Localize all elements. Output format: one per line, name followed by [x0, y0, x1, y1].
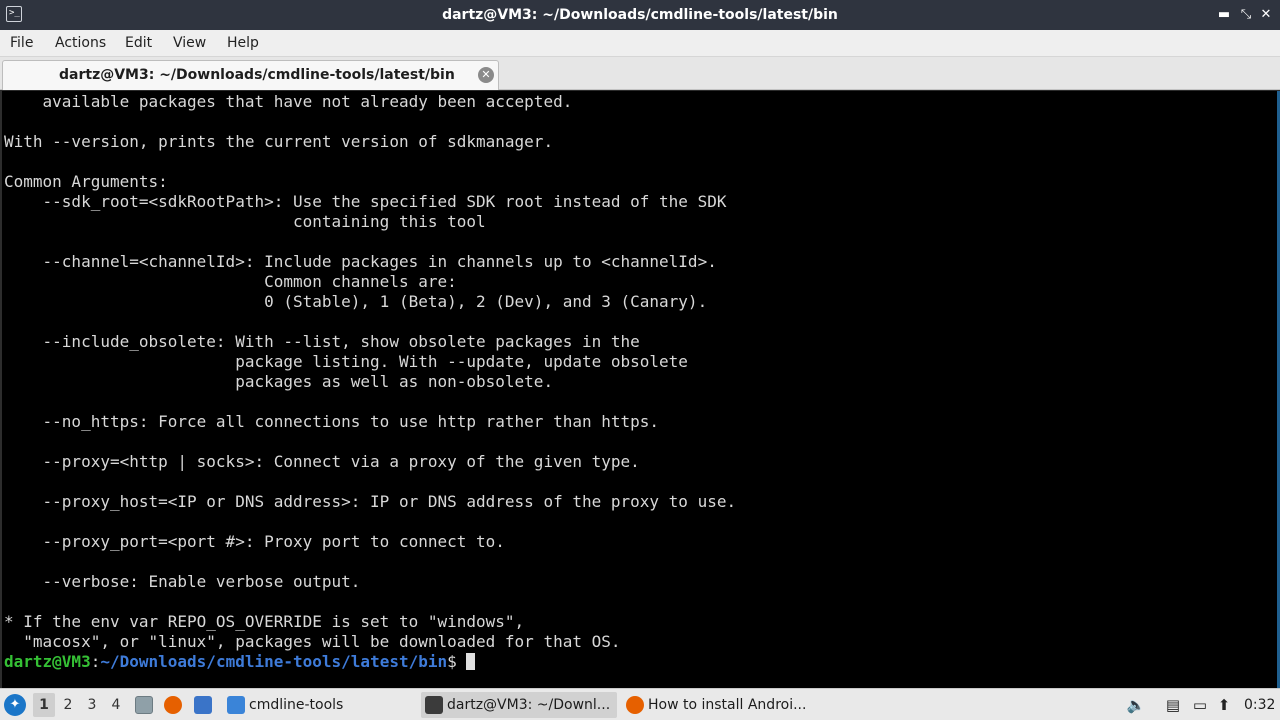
prompt-separator: : — [90, 652, 101, 671]
task-terminal[interactable]: dartz@VM3: ~/Downl... — [421, 692, 617, 718]
menu-file[interactable]: File — [10, 30, 33, 57]
terminal-view[interactable]: available packages that have not already… — [0, 91, 1280, 688]
tab-close-icon[interactable]: ✕ — [478, 67, 494, 83]
task-label: How to install Androi... — [648, 697, 807, 713]
menu-edit[interactable]: Edit — [125, 30, 152, 57]
prompt-user-host: dartz@VM3 — [4, 652, 91, 671]
terminal-line: * If the env var REPO_OS_OVERRIDE is set… — [4, 612, 525, 631]
close-icon[interactable]: ✕ — [1258, 7, 1274, 23]
title-bar: >_ dartz@VM3: ~/Downloads/cmdline-tools/… — [0, 0, 1280, 30]
terminal-line: --no_https: Force all connections to use… — [4, 412, 660, 431]
firefox-icon — [626, 696, 644, 714]
terminal-line: Common Arguments: — [4, 172, 168, 191]
task-firefox[interactable]: How to install Androi... — [622, 692, 822, 718]
terminal-line: available packages that have not already… — [4, 92, 573, 111]
terminal-line: --verbose: Enable verbose output. — [4, 572, 361, 591]
updates-icon[interactable]: ⬆ — [1214, 695, 1234, 715]
terminal-line: --proxy_host=<IP or DNS address>: IP or … — [4, 492, 737, 511]
tab-label: dartz@VM3: ~/Downloads/cmdline-tools/lat… — [59, 67, 455, 83]
display-icon[interactable]: ▭ — [1190, 695, 1210, 715]
task-label: cmdline-tools — [249, 697, 344, 713]
clock[interactable]: 0:32 — [1244, 689, 1275, 720]
terminal-line: packages as well as non-obsolete. — [4, 372, 554, 391]
shell-prompt[interactable]: dartz@VM3:~/Downloads/cmdline-tools/late… — [4, 652, 736, 672]
restore-icon[interactable]: ⤡ — [1238, 7, 1254, 23]
terminal-line: containing this tool — [4, 212, 486, 231]
text-cursor — [466, 653, 476, 670]
tab-terminal[interactable]: dartz@VM3: ~/Downloads/cmdline-tools/lat… — [2, 60, 499, 90]
menu-view[interactable]: View — [173, 30, 206, 57]
volume-icon[interactable]: 🔈 — [1126, 695, 1146, 715]
workspace-1[interactable]: 1 — [33, 693, 55, 717]
menu-help[interactable]: Help — [227, 30, 259, 57]
menu-bar: File Actions Edit View Help — [0, 30, 1280, 57]
workspace-2[interactable]: 2 — [57, 693, 79, 717]
start-menu-icon[interactable]: ✦ — [4, 694, 26, 716]
file-manager-icon[interactable] — [135, 696, 153, 714]
terminal-output: available packages that have not already… — [4, 92, 736, 672]
desktop-icon[interactable] — [194, 696, 212, 714]
terminal-line: "macosx", or "linux", packages will be d… — [4, 632, 621, 651]
tab-bar: dartz@VM3: ~/Downloads/cmdline-tools/lat… — [0, 57, 1280, 90]
window-title: dartz@VM3: ~/Downloads/cmdline-tools/lat… — [442, 7, 838, 23]
minimize-icon[interactable]: ▬ — [1216, 7, 1232, 23]
folder-icon — [227, 696, 245, 714]
terminal-line: package listing. With --update, update o… — [4, 352, 688, 371]
prompt-symbol: $ — [447, 652, 467, 671]
terminal-line: --channel=<channelId>: Include packages … — [4, 252, 717, 271]
terminal-line: --proxy_port=<port #>: Proxy port to con… — [4, 532, 505, 551]
firefox-icon[interactable] — [164, 696, 182, 714]
menu-actions[interactable]: Actions — [55, 30, 106, 57]
workspace-3[interactable]: 3 — [81, 693, 103, 717]
taskbar: ✦ 1 2 3 4 cmdline-tools dartz@VM3: ~/Dow… — [0, 688, 1280, 720]
task-cmdline-tools[interactable]: cmdline-tools — [223, 692, 415, 718]
clipboard-icon[interactable]: ▤ — [1163, 695, 1183, 715]
workspace-4[interactable]: 4 — [105, 693, 127, 717]
prompt-path: ~/Downloads/cmdline-tools/latest/bin — [100, 652, 448, 671]
terminal-line: --sdk_root=<sdkRootPath>: Use the specif… — [4, 192, 727, 211]
terminal-line: --proxy=<http | socks>: Connect via a pr… — [4, 452, 640, 471]
task-label: dartz@VM3: ~/Downl... — [447, 697, 611, 713]
terminal-icon — [425, 696, 443, 714]
terminal-line: --include_obsolete: With --list, show ob… — [4, 332, 640, 351]
terminal-line: With --version, prints the current versi… — [4, 132, 554, 151]
terminal-line: Common channels are: — [4, 272, 457, 291]
terminal-line: 0 (Stable), 1 (Beta), 2 (Dev), and 3 (Ca… — [4, 292, 708, 311]
